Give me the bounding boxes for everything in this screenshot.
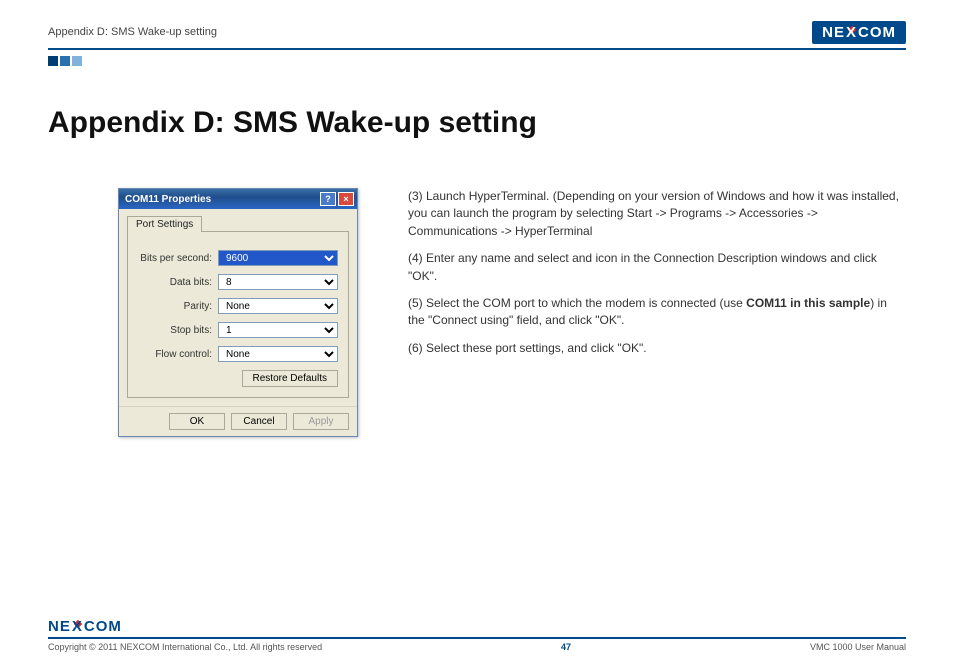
footer-rule [48, 637, 906, 639]
instruction-step-6: (6) Select these port settings, and clic… [408, 340, 906, 357]
data-bits-select[interactable]: 8 [218, 274, 338, 290]
flow-control-select[interactable]: None [218, 346, 338, 362]
flow-control-label: Flow control: [138, 349, 218, 360]
parity-select[interactable]: None [218, 298, 338, 314]
dialog-titlebar[interactable]: COM11 Properties ? × [119, 189, 357, 209]
parity-label: Parity: [138, 301, 218, 312]
logo-part-left: NE [822, 24, 845, 41]
close-icon[interactable]: × [338, 192, 354, 206]
breadcrumb: Appendix D: SMS Wake-up setting [48, 26, 217, 38]
ok-button[interactable]: OK [169, 413, 225, 430]
logo-x-icon: X [846, 24, 857, 41]
copyright-text: Copyright © 2011 NEXCOM International Co… [48, 642, 322, 652]
dialog-title: COM11 Properties [125, 194, 211, 205]
cancel-button[interactable]: Cancel [231, 413, 287, 430]
footer-logo: NE X COM [48, 618, 906, 635]
bits-per-second-label: Bits per second: [138, 253, 218, 264]
apply-button[interactable]: Apply [293, 413, 349, 430]
port-settings-panel: Bits per second: 9600 Data bits: 8 Parit… [127, 231, 349, 398]
com-port-sample: COM11 in this sample [746, 296, 870, 310]
brand-logo: NE X COM [812, 21, 906, 44]
restore-defaults-button[interactable]: Restore Defaults [242, 370, 338, 387]
footer-logo-left: NE [48, 618, 71, 635]
logo-part-right: COM [858, 24, 896, 41]
instruction-step-4: (4) Enter any name and select and icon i… [408, 250, 906, 285]
page-number: 47 [561, 642, 571, 652]
com-properties-dialog: COM11 Properties ? × Port Settings Bits … [118, 188, 358, 437]
help-icon[interactable]: ? [320, 192, 336, 206]
data-bits-label: Data bits: [138, 277, 218, 288]
tab-port-settings[interactable]: Port Settings [127, 216, 202, 232]
decorative-squares [48, 56, 906, 66]
stop-bits-label: Stop bits: [138, 325, 218, 336]
instruction-step-5: (5) Select the COM port to which the mod… [408, 295, 906, 330]
manual-name: VMC 1000 User Manual [810, 642, 906, 652]
bits-per-second-select[interactable]: 9600 [218, 250, 338, 266]
instruction-step-3: (3) Launch HyperTerminal. (Depending on … [408, 188, 906, 240]
footer-logo-right: COM [84, 618, 122, 635]
header-rule [48, 48, 906, 50]
instructions: (3) Launch HyperTerminal. (Depending on … [408, 188, 906, 367]
page-title: Appendix D: SMS Wake-up setting [48, 106, 906, 140]
stop-bits-select[interactable]: 1 [218, 322, 338, 338]
footer-logo-x-icon: X [72, 618, 83, 635]
